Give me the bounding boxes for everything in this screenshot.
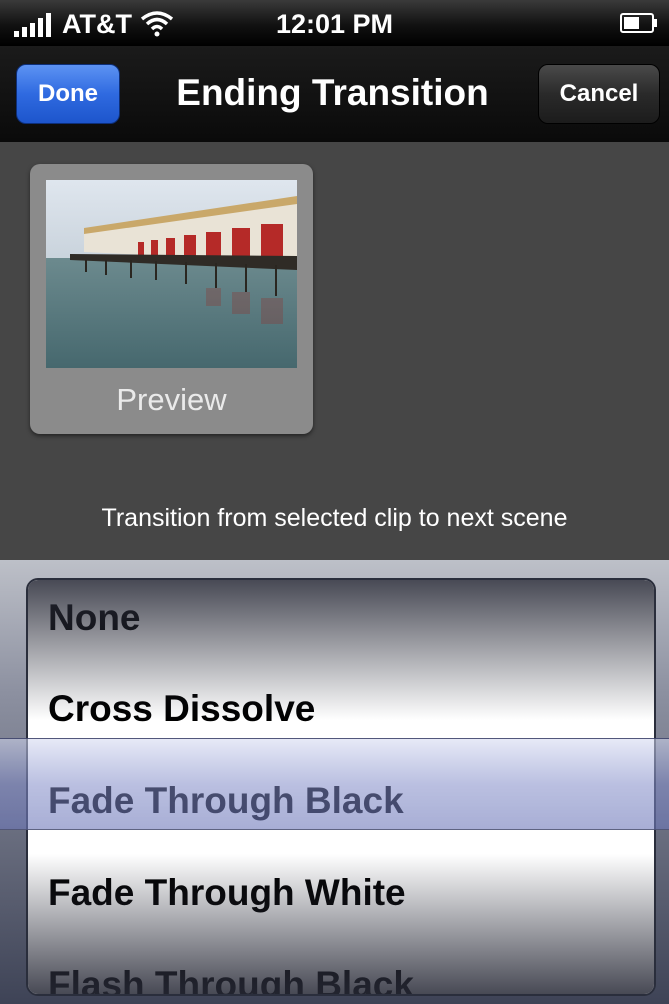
picker-option-cross-dissolve[interactable]: Cross Dissolve — [48, 664, 648, 754]
preview-button[interactable]: Preview — [30, 164, 313, 434]
picker-option-flash-through-black[interactable]: Flash Through Black — [48, 940, 648, 994]
picker-wheel[interactable]: None Cross Dissolve Fade Through Black F… — [26, 578, 656, 996]
transition-picker[interactable]: None Cross Dissolve Fade Through Black F… — [0, 560, 669, 1004]
clip-thumbnail — [46, 180, 297, 368]
status-bar: AT&T 12:01 PM — [0, 0, 669, 46]
transition-caption: Transition from selected clip to next sc… — [101, 504, 568, 532]
picker-option-fade-through-black[interactable]: Fade Through Black — [48, 756, 648, 846]
cancel-button[interactable]: Cancel — [538, 64, 660, 124]
picker-option-fade-through-white[interactable]: Fade Through White — [48, 848, 648, 938]
status-time: 12:01 PM — [275, 9, 394, 39]
page-title: Ending Transition — [176, 72, 489, 113]
picker-option-none[interactable]: None — [48, 580, 648, 663]
navigation-bar: Done Ending Transition Cancel — [0, 46, 669, 143]
done-button[interactable]: Done — [16, 64, 120, 124]
preview-label: Preview — [116, 382, 227, 417]
battery-icon — [620, 13, 657, 33]
content-area: Preview Transition from selected clip to… — [0, 142, 669, 560]
